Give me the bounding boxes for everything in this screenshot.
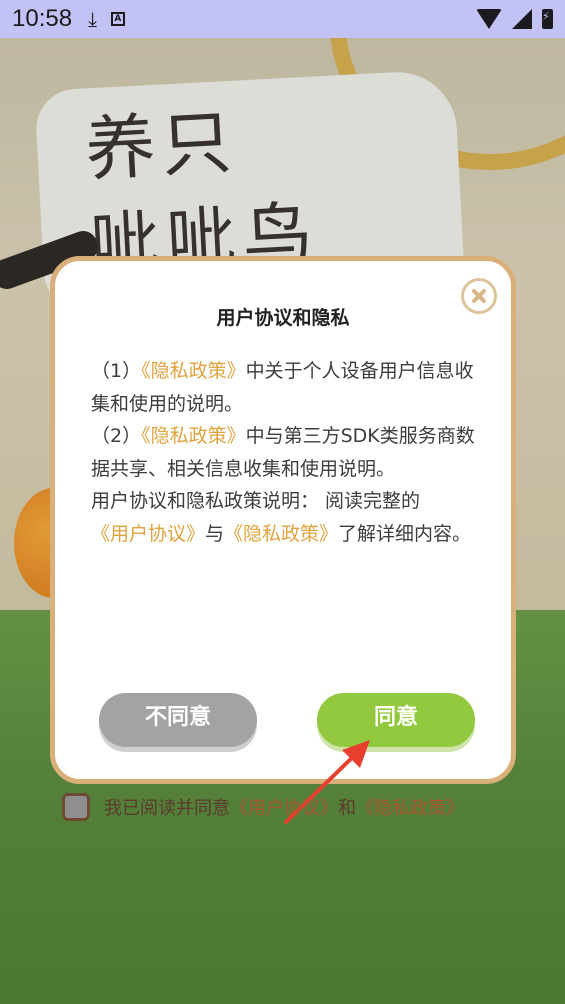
dialog-body: （1）《隐私政策》中关于个人设备用户信息收集和使用的说明。 （2）《隐私政策》中… [91, 355, 491, 550]
consent-join: 和 [338, 798, 356, 819]
download-icon: ⤓ [88, 7, 97, 31]
disagree-button[interactable]: 不同意 [99, 693, 257, 747]
summary-text: 用户协议和隐私政策说明： 阅读完整的 [91, 490, 421, 512]
a-badge-icon: A [110, 12, 125, 26]
summary-join: 与 [205, 522, 225, 545]
policy-item-1: （1）《隐私政策》中关于个人设备用户信息收集和使用的说明。 [91, 355, 491, 420]
status-bar: 10:58 ⤓ A [0, 0, 565, 38]
wifi-icon [476, 9, 502, 29]
close-icon[interactable] [461, 278, 497, 314]
summary-end: 了解详细内容。 [338, 522, 472, 545]
privacy-policy-link-3[interactable]: 《隐私政策》 [224, 523, 338, 545]
privacy-policy-link-1[interactable]: 《隐私政策》 [141, 360, 246, 382]
cell-signal-icon [512, 9, 532, 29]
privacy-dialog: 用户协议和隐私 （1）《隐私政策》中关于个人设备用户信息收集和使用的说明。 （2… [50, 256, 516, 784]
item2-prefix: （2） [91, 425, 142, 447]
user-agreement-link[interactable]: 《用户协议》 [91, 523, 205, 545]
consent-user-agreement-link[interactable]: 《用户协议》 [230, 794, 338, 820]
battery-charging-icon [542, 9, 553, 29]
policy-summary: 用户协议和隐私政策说明： 阅读完整的 《用户协议》与《隐私政策》了解详细内容。 [91, 485, 491, 550]
privacy-policy-link-2[interactable]: 《隐私政策》 [141, 425, 246, 447]
consent-privacy-policy-link[interactable]: 《隐私政策》 [356, 794, 464, 820]
consent-text: 我已阅读并同意 [104, 798, 230, 819]
consent-row: 我已阅读并同意 《用户协议》 和 《隐私政策》 [62, 793, 464, 821]
status-time: 10:58 [12, 5, 73, 32]
status-right-icons [476, 9, 553, 29]
dialog-title: 用户协议和隐私 [216, 307, 350, 329]
policy-item-2: （2）《隐私政策》中与第三方SDK类服务商数据共享、相关信息收集和使用说明。 [91, 420, 491, 485]
item1-prefix: （1） [91, 360, 142, 382]
consent-checkbox[interactable] [62, 793, 90, 821]
